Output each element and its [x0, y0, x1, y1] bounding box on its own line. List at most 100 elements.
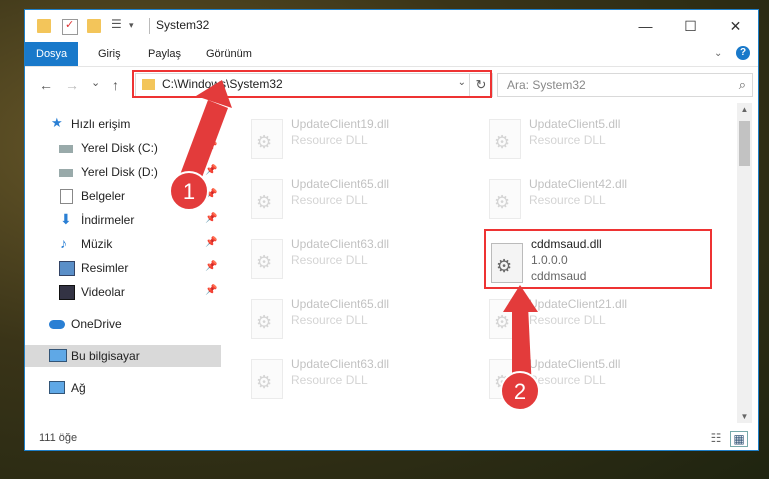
help-icon[interactable]: ?	[736, 46, 750, 60]
pictures-icon	[59, 261, 75, 276]
vertical-scrollbar[interactable]: ▲ ▼	[737, 103, 752, 423]
tab-home[interactable]: Giriş	[87, 42, 132, 66]
folder-icon	[37, 19, 51, 33]
title-separator	[149, 18, 150, 34]
sidebar-item-label: Yerel Disk (C:)	[81, 141, 158, 155]
item-count: 111 öğe	[39, 432, 78, 444]
computer-icon	[49, 349, 67, 362]
dll-file-icon: ⚙	[489, 179, 521, 219]
documents-icon	[60, 189, 73, 204]
search-input[interactable]: Ara: System32	[507, 78, 586, 92]
maximize-button[interactable]: ☐	[668, 10, 713, 42]
recent-locations-button[interactable]: ⌄	[91, 76, 100, 89]
file-description: Resource DLL	[529, 193, 606, 207]
sidebar-item-this-pc[interactable]: Bu bilgisayar	[25, 345, 221, 367]
file-description: Resource DLL	[291, 313, 368, 327]
list-item[interactable]: ⚙ UpdateClient63.dll Resource DLL	[241, 353, 471, 405]
file-name: UpdateClient63.dll	[291, 237, 390, 251]
address-highlight	[132, 70, 492, 98]
drive-icon	[59, 145, 73, 153]
sidebar-item-label: Resimler	[81, 261, 129, 275]
list-item[interactable]: ⚙ UpdateClient19.dll Resource DLL	[241, 113, 471, 165]
search-icon[interactable]: ⌕	[739, 77, 746, 93]
file-name: UpdateClient5.dll	[529, 117, 621, 131]
tab-view[interactable]: Görünüm	[195, 42, 263, 66]
file-name: UpdateClient65.dll	[291, 177, 390, 191]
file-name: UpdateClient5.dll	[529, 357, 621, 371]
sidebar-item-videos[interactable]: Videolar 📌	[25, 281, 221, 303]
dll-file-icon: ⚙	[251, 239, 283, 279]
sidebar-item-quick-access[interactable]: ★ Hızlı erişim	[25, 113, 221, 135]
quick-access-dropdown-icon[interactable]: ▾	[129, 20, 143, 34]
list-item[interactable]: ⚙ UpdateClient63.dll Resource DLL	[241, 233, 471, 285]
pin-icon: 📌	[205, 165, 218, 176]
list-item[interactable]: ⚙ UpdateClient5.dll Resource DLL	[479, 353, 709, 405]
star-icon: ★	[51, 115, 63, 130]
file-name: UpdateClient19.dll	[291, 117, 390, 131]
title-bar: ✓ ☰ ▾ System32 — ☐ ✕	[25, 10, 758, 42]
explorer-window: ✓ ☰ ▾ System32 — ☐ ✕ Dosya Giriş Paylaş …	[25, 10, 758, 450]
status-bar: 111 öğe ☷ ▦	[25, 428, 758, 450]
sidebar-item-disk-d[interactable]: Yerel Disk (D:) 📌	[25, 161, 221, 183]
sidebar-item-network[interactable]: Ağ	[25, 377, 221, 399]
sidebar-item-label: Bu bilgisayar	[71, 349, 140, 363]
dll-file-icon: ⚙	[251, 179, 283, 219]
scroll-down-icon[interactable]: ▼	[737, 412, 752, 421]
customize-icon[interactable]: ☰	[111, 17, 125, 31]
large-icons-view-icon[interactable]: ▦	[730, 431, 748, 447]
dll-file-icon: ⚙	[489, 299, 521, 339]
network-icon	[49, 381, 65, 394]
list-item[interactable]: ⚙ UpdateClient21.dll Resource DLL	[479, 293, 709, 345]
tab-file[interactable]: Dosya	[25, 42, 79, 66]
dll-file-icon: ⚙	[489, 119, 521, 159]
list-item[interactable]: ⚙ UpdateClient42.dll Resource DLL	[479, 173, 709, 225]
file-description: Resource DLL	[291, 193, 368, 207]
file-name: UpdateClient42.dll	[529, 177, 628, 191]
sidebar-item-label: OneDrive	[71, 317, 122, 331]
file-description: Resource DLL	[291, 373, 368, 387]
pin-icon: 📌	[205, 261, 218, 272]
properties-icon[interactable]: ✓	[62, 19, 78, 35]
search-box[interactable]: Ara: System32 ⌕	[497, 73, 753, 97]
sidebar-item-downloads[interactable]: ⬇ İndirmeler 📌	[25, 209, 221, 231]
close-button[interactable]: ✕	[713, 10, 758, 42]
navigation-bar: ← → ⌄ ↑ C:\Windows\System32 ⌄ ↻ Ara: Sys…	[25, 67, 758, 103]
details-view-icon[interactable]: ☷	[708, 431, 724, 445]
navigation-pane: ★ Hızlı erişim Yerel Disk (C:) 📌 Yerel D…	[25, 103, 221, 423]
dll-file-icon: ⚙	[251, 359, 283, 399]
dll-file-icon: ⚙	[251, 299, 283, 339]
sidebar-item-disk-c[interactable]: Yerel Disk (C:) 📌	[25, 137, 221, 159]
file-description: Resource DLL	[529, 313, 606, 327]
pin-icon: 📌	[205, 213, 218, 224]
forward-button[interactable]: →	[65, 77, 79, 93]
list-item[interactable]: ⚙ UpdateClient5.dll Resource DLL	[479, 113, 709, 165]
file-name: UpdateClient65.dll	[291, 297, 390, 311]
pin-icon: 📌	[205, 141, 218, 152]
sidebar-item-label: Ağ	[71, 381, 86, 395]
up-button[interactable]: ↑	[112, 77, 119, 93]
file-description: Resource DLL	[291, 253, 368, 267]
new-folder-icon[interactable]	[87, 19, 101, 33]
sidebar-item-documents[interactable]: Belgeler 📌	[25, 185, 221, 207]
scroll-up-icon[interactable]: ▲	[737, 105, 752, 114]
sidebar-item-label: Yerel Disk (D:)	[81, 165, 158, 179]
pin-icon: 📌	[205, 237, 218, 248]
back-button[interactable]: ←	[39, 77, 53, 93]
ribbon-expand-icon[interactable]: ⌄	[714, 48, 722, 59]
sidebar-item-label: Müzik	[81, 237, 113, 251]
file-description: Resource DLL	[291, 133, 368, 147]
file-description: Resource DLL	[529, 133, 606, 147]
file-description: Resource DLL	[529, 373, 606, 387]
pin-icon: 📌	[205, 189, 218, 200]
sidebar-item-pictures[interactable]: Resimler 📌	[25, 257, 221, 279]
dll-file-icon: ⚙	[489, 359, 521, 399]
tab-share[interactable]: Paylaş	[137, 42, 192, 66]
music-icon: ♪	[60, 235, 67, 251]
list-item[interactable]: ⚙ UpdateClient65.dll Resource DLL	[241, 293, 471, 345]
list-item[interactable]: ⚙ UpdateClient65.dll Resource DLL	[241, 173, 471, 225]
sidebar-item-music[interactable]: ♪ Müzik 📌	[25, 233, 221, 255]
scroll-thumb[interactable]	[739, 121, 750, 166]
sidebar-item-onedrive[interactable]: OneDrive	[25, 313, 221, 335]
minimize-button[interactable]: —	[623, 10, 668, 42]
dll-file-icon: ⚙	[251, 119, 283, 159]
